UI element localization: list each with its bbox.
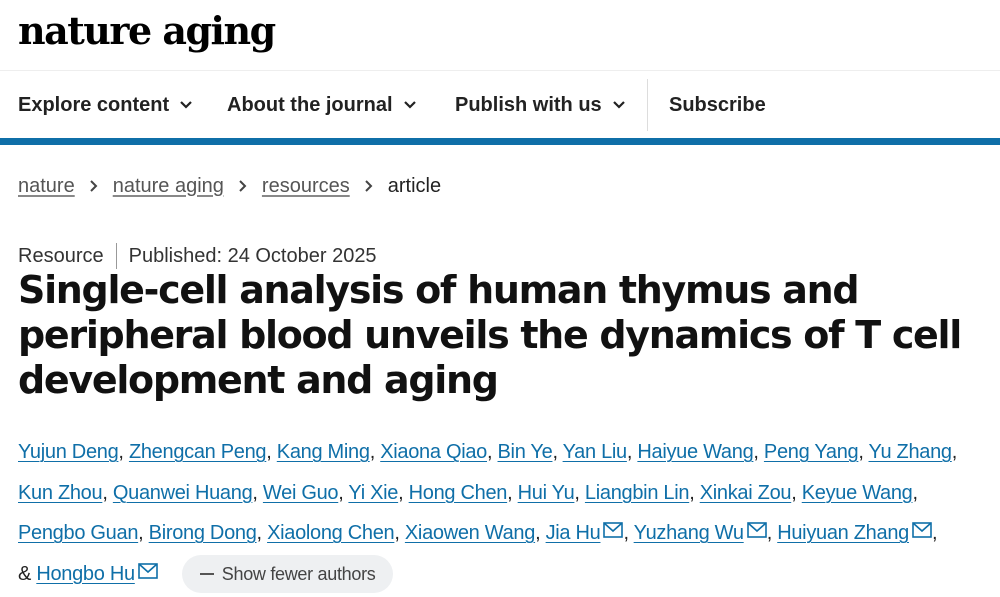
nav-explore-content-label: Explore content [18,93,170,116]
author-link[interactable]: Keyue Wang [802,482,913,504]
author-link[interactable]: Xiaolong Chen [267,522,395,544]
published-date: Published: 24 October 2025 [128,244,377,267]
author-link[interactable]: Liangbin Lin [585,482,690,504]
author-link[interactable]: Hongbo Hu [36,563,135,585]
nav-explore-content[interactable]: Explore content [18,71,193,139]
author-link[interactable]: Jia Hu [546,522,601,544]
author-link[interactable]: Yan Liu [563,441,628,463]
show-fewer-label: Show fewer authors [221,563,376,584]
author-link[interactable]: Xinkai Zou [700,482,792,504]
author-link[interactable]: Huiyuan Zhang [777,522,909,544]
author-list: Yujun Deng, Zhengcan Peng, Kang Ming, Xi… [18,432,993,594]
chevron-down-icon [612,101,625,109]
author-link[interactable]: Quanwei Huang [113,482,253,504]
article-type: Resource [18,244,104,267]
author-link[interactable]: Yuzhang Wu [634,522,744,544]
chevron-right-icon [365,180,373,192]
nav-about-journal[interactable]: About the journal [227,71,417,139]
breadcrumb-nature[interactable]: nature [18,175,75,198]
author-link[interactable]: Xiaona Qiao [380,441,487,463]
breadcrumb-current: article [387,174,442,197]
author-link[interactable]: Xiaowen Wang [405,522,535,544]
author-link[interactable]: Hong Chen [409,482,508,504]
nav-publish-with-us-label: Publish with us [455,93,602,116]
author-link[interactable]: Peng Yang [764,441,859,463]
show-fewer-authors-button[interactable]: Show fewer authors [181,555,394,594]
author-link[interactable]: Bin Ye [498,441,553,463]
author-link[interactable]: Birong Dong [149,522,257,544]
author-link[interactable]: Yi Xie [348,482,398,504]
minus-icon [199,573,214,576]
mail-icon[interactable] [603,522,624,538]
mail-icon[interactable] [137,562,158,579]
breadcrumb-resources[interactable]: resources [262,175,350,198]
mail-icon[interactable] [912,522,932,538]
breadcrumb-nature-aging[interactable]: nature aging [113,175,224,198]
main-nav: Explore content About the journal Publis… [0,70,1000,138]
mail-icon[interactable] [746,522,767,538]
author-link[interactable]: Yu Zhang [869,441,953,463]
author-link[interactable]: Hui Yu [518,482,575,504]
article-meta: Resource Published: 24 October 2025 [18,243,377,269]
author-link[interactable]: Yujun Deng [18,441,119,463]
author-ampersand: & [18,562,32,585]
subscribe-link[interactable]: Subscribe [669,71,766,139]
chevron-down-icon [180,101,192,109]
author-link[interactable]: Pengbo Guan [18,522,138,544]
chevron-right-icon [90,180,98,192]
article-title: Single-cell analysis of human thymus and… [18,268,962,402]
journal-logo[interactable]: nature aging [18,8,276,53]
chevron-right-icon [239,180,247,192]
author-link[interactable]: Kun Zhou [18,482,103,504]
nav-divider [647,79,648,131]
chevron-down-icon [403,101,416,109]
meta-divider [115,243,117,269]
author-link[interactable]: Zhengcan Peng [129,441,267,463]
nav-publish-with-us[interactable]: Publish with us [455,71,626,139]
nav-about-journal-label: About the journal [227,93,393,116]
nav-accent-bar [0,138,1000,145]
author-link[interactable]: Kang Ming [277,441,370,463]
author-link[interactable]: Haiyue Wang [637,441,753,463]
breadcrumb: nature nature aging resources article [18,172,441,200]
author-link[interactable]: Wei Guo [263,482,339,504]
